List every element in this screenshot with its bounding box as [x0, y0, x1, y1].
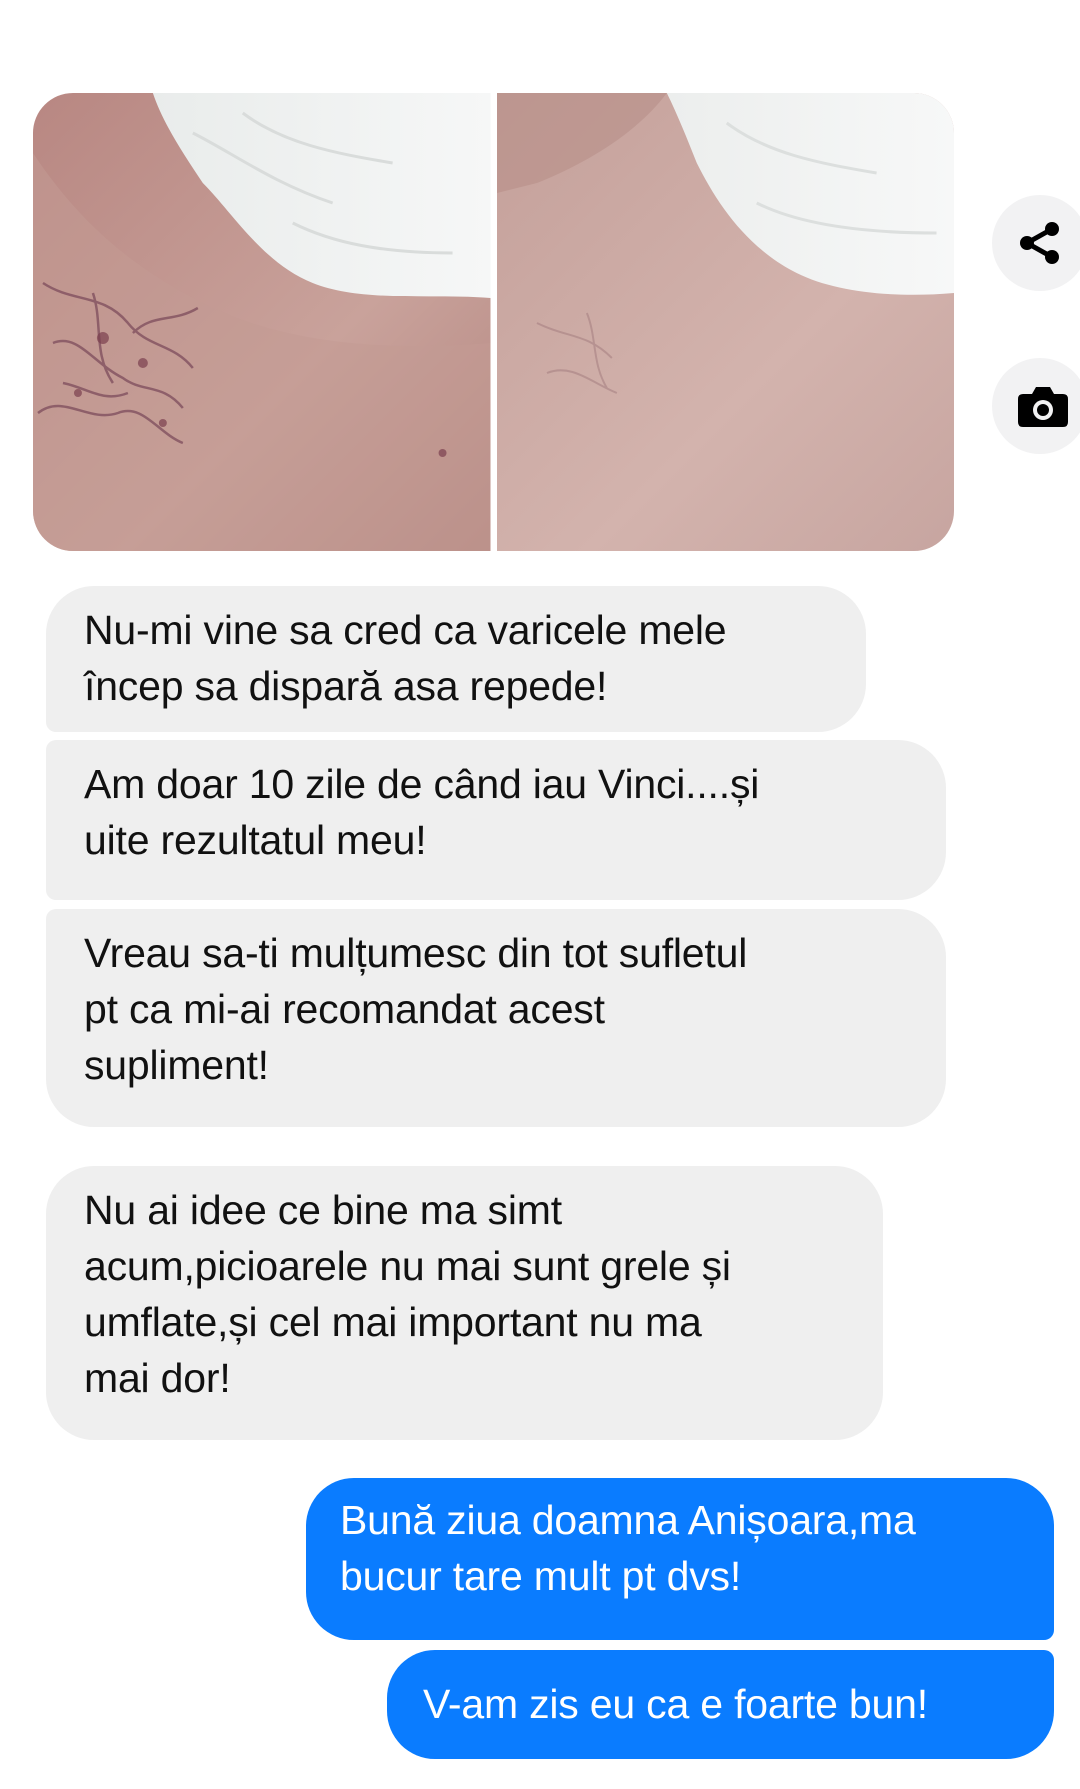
- camera-button[interactable]: [992, 358, 1080, 454]
- photo-before[interactable]: [33, 93, 491, 551]
- photo-attachment[interactable]: [33, 93, 954, 551]
- message-bubble-incoming: Nu ai idee ce bine ma simt acum,picioare…: [46, 1166, 883, 1440]
- photo-after-image: [496, 93, 954, 551]
- message-bubble-outgoing: Bună ziua doamna Anișoara,ma bucur tare …: [306, 1478, 1054, 1640]
- photo-after[interactable]: [496, 93, 954, 551]
- message-bubble-incoming: Nu-mi vine sa cred ca varicele mele înce…: [46, 586, 866, 732]
- photo-before-image: [33, 93, 491, 551]
- message-bubble-incoming: Am doar 10 zile de când iau Vinci....și …: [46, 740, 946, 900]
- camera-icon: [1018, 387, 1068, 427]
- share-icon: [1020, 222, 1059, 264]
- message-bubble-incoming: Vreau sa-ti mulțumesc din tot sufletul p…: [46, 909, 946, 1127]
- share-button[interactable]: [992, 195, 1080, 291]
- message-bubble-outgoing: V-am zis eu ca e foarte bun!: [387, 1650, 1054, 1759]
